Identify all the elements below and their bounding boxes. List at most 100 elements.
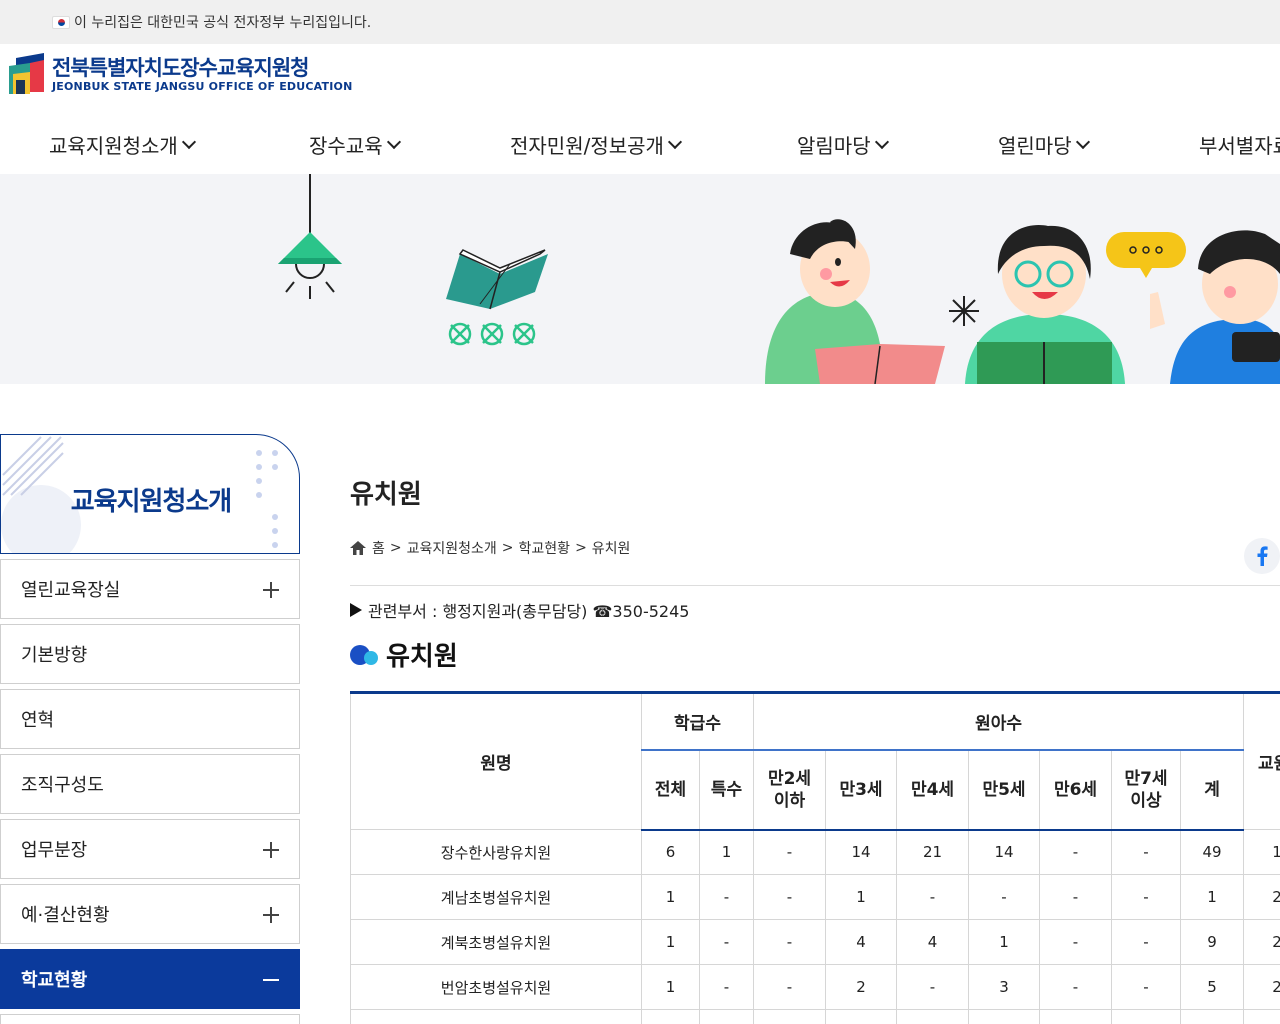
nav-label: 부서별자료 bbox=[1199, 134, 1280, 158]
nav-item-intro[interactable]: 교육지원청소개 bbox=[49, 130, 196, 159]
kindergarten-table: 원명 학급수 원아수 교원 전체 특수 만2세 이하 만3세 만4세 만5세 만… bbox=[350, 691, 1280, 1024]
table-row bbox=[350, 1009, 1280, 1024]
x-marks-icon bbox=[448, 322, 536, 346]
table-cell: 49 bbox=[1180, 829, 1245, 875]
table-cell bbox=[1039, 1009, 1113, 1024]
breadcrumb-separator: > bbox=[501, 540, 514, 556]
kindergarten-name-cell: 계남초병설유치원 bbox=[350, 874, 642, 920]
table-cell bbox=[699, 1009, 755, 1024]
table-cell: 1 bbox=[1243, 829, 1280, 875]
sidebar-item-school-status[interactable]: 학교현황 bbox=[0, 949, 300, 1009]
kindergarten-table-container: 원명 학급수 원아수 교원 전체 특수 만2세 이하 만3세 만4세 만5세 만… bbox=[350, 691, 1280, 1024]
logo-subtitle: JEONBUK STATE JANGSU OFFICE OF EDUCATION bbox=[52, 80, 353, 93]
sidebar-item-history[interactable]: 연혁 bbox=[0, 689, 300, 749]
table-cell bbox=[1111, 1009, 1182, 1024]
department-text: 관련부서 : 행정지원과(총무담당) ☎350-5245 bbox=[368, 602, 690, 621]
book-icon bbox=[446, 249, 548, 310]
sidebar-item-duties[interactable]: 업무분장 bbox=[0, 819, 300, 879]
breadcrumb-home[interactable]: 홈 bbox=[372, 538, 385, 558]
table-cell: - bbox=[1039, 874, 1113, 920]
table-cell: - bbox=[896, 874, 970, 920]
table-cell: 2 bbox=[1243, 874, 1280, 920]
table-cell bbox=[896, 1009, 970, 1024]
facebook-share-button[interactable] bbox=[1244, 538, 1280, 574]
table-cell: - bbox=[699, 919, 755, 965]
table-cell: 1 bbox=[699, 829, 755, 875]
nav-label: 장수교육 bbox=[309, 134, 383, 158]
table-cell: 5 bbox=[1180, 964, 1245, 1010]
table-row: 번암초병설유치원 1- -2-3- -5 2 bbox=[350, 964, 1280, 1010]
sidebar-item-budget[interactable]: 예·결산현황 bbox=[0, 884, 300, 944]
sidebar-item-basic-direction[interactable]: 기본방향 bbox=[0, 624, 300, 684]
table-cell bbox=[968, 1009, 1041, 1024]
breadcrumb-separator: > bbox=[389, 540, 402, 556]
speech-bubble-icon bbox=[1106, 232, 1186, 278]
nav-label: 알림마당 bbox=[797, 134, 871, 158]
table-cell: - bbox=[1111, 964, 1182, 1010]
table-cell: 1 bbox=[641, 919, 700, 965]
table-cell: 6 bbox=[641, 829, 700, 875]
nav-item-education[interactable]: 장수교육 bbox=[309, 130, 401, 159]
korea-flag-icon bbox=[52, 15, 70, 29]
related-department: 관련부서 : 행정지원과(총무담당) ☎350-5245 bbox=[350, 598, 689, 622]
table-cell: 21 bbox=[896, 829, 970, 875]
table-cell: 1 bbox=[968, 919, 1041, 965]
header-age-4: 만4세 bbox=[896, 749, 970, 831]
table-cell: 1 bbox=[1180, 874, 1245, 920]
breadcrumb-item[interactable]: 학교현황 bbox=[519, 538, 571, 558]
breadcrumb-item[interactable]: 교육지원청소개 bbox=[407, 538, 497, 558]
breadcrumb-separator: > bbox=[575, 540, 587, 556]
table-cell: 14 bbox=[825, 829, 898, 875]
sidebar-item-label: 예·결산현황 bbox=[21, 905, 110, 926]
nav-label: 전자민원/정보공개 bbox=[510, 134, 664, 158]
gov-notice-bar: 이 누리집은 대한민국 공식 전자정부 누리집입니다. bbox=[0, 0, 1280, 44]
table-cell: 4 bbox=[825, 919, 898, 965]
nav-label: 교육지원청소개 bbox=[49, 134, 178, 158]
sidebar-item-submenu[interactable] bbox=[0, 1014, 300, 1024]
table-body: 장수한사랑유치원 6 1-14 21 14- -49 1 계남초병설유치원 1- -1- - - -1 2… bbox=[350, 829, 1280, 1024]
logo-title: 전북특별자치도장수교육지원청 bbox=[52, 56, 309, 80]
kid-with-glasses-illustration bbox=[965, 225, 1125, 384]
sidebar-item-open-office[interactable]: 열린교육장실 bbox=[0, 559, 300, 619]
sidebar-item-org-chart[interactable]: 조직구성도 bbox=[0, 754, 300, 814]
gov-notice-text: 이 누리집은 대한민국 공식 전자정부 누리집입니다. bbox=[74, 15, 372, 31]
header-classes: 학급수 bbox=[641, 691, 755, 751]
nav-label: 열린마당 bbox=[998, 134, 1072, 158]
table-cell: 2 bbox=[825, 964, 898, 1010]
table-cell: 4 bbox=[896, 919, 970, 965]
table-cell: - bbox=[753, 919, 827, 965]
table-cell: - bbox=[1111, 829, 1182, 875]
banner-illustration bbox=[278, 174, 1280, 384]
content-divider bbox=[350, 585, 1280, 586]
logo-mark-icon bbox=[9, 53, 44, 94]
plus-icon bbox=[263, 582, 279, 598]
breadcrumb-current: 유치원 bbox=[591, 541, 631, 557]
site-logo[interactable]: 전북특별자치도장수교육지원청 JEONBUK STATE JANGSU OFFI… bbox=[8, 52, 352, 96]
table-cell: - bbox=[753, 874, 827, 920]
plus-icon bbox=[263, 907, 279, 923]
sidebar-header: 교육지원청소개 bbox=[0, 434, 300, 554]
sidebar-title: 교육지원청소개 bbox=[70, 487, 232, 517]
header-age-2-under: 만2세 이하 bbox=[753, 749, 827, 831]
table-row: 장수한사랑유치원 6 1-14 21 14- -49 1 bbox=[350, 829, 1280, 875]
nav-item-notice[interactable]: 알림마당 bbox=[797, 130, 889, 159]
header-age-5: 만5세 bbox=[968, 749, 1041, 831]
table-cell: 14 bbox=[968, 829, 1041, 875]
table-cell: - bbox=[1039, 964, 1113, 1010]
table-cell: - bbox=[1111, 874, 1182, 920]
nav-item-department[interactable]: 부서별자료 bbox=[1199, 130, 1280, 159]
header-age-3: 만3세 bbox=[825, 749, 898, 831]
chevron-down-icon bbox=[874, 134, 889, 150]
table-cell: - bbox=[896, 964, 970, 1010]
section-title-text: 유치원 bbox=[386, 642, 458, 672]
bullet-dots-icon bbox=[350, 643, 380, 667]
table-cell: 1 bbox=[641, 964, 700, 1010]
header-age-6: 만6세 bbox=[1039, 749, 1113, 831]
chevron-down-icon bbox=[386, 134, 401, 150]
table-cell: - bbox=[699, 964, 755, 1010]
kid-with-book-illustration bbox=[765, 219, 945, 384]
nav-item-open[interactable]: 열린마당 bbox=[998, 130, 1090, 159]
table-row: 계남초병설유치원 1- -1- - - -1 2 bbox=[350, 874, 1280, 920]
nav-item-civil-service[interactable]: 전자민원/정보공개 bbox=[510, 130, 683, 159]
header-name: 원명 bbox=[350, 691, 642, 830]
